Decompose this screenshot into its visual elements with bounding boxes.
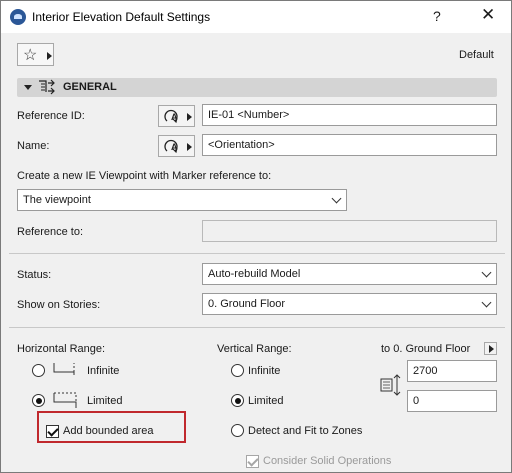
help-button[interactable]: ? — [433, 8, 441, 24]
divider — [9, 253, 505, 254]
vertical-limited-label: Limited — [248, 395, 284, 407]
vertical-infinite-label: Infinite — [248, 365, 281, 377]
divider — [9, 327, 505, 328]
arrow-right-icon — [187, 113, 192, 121]
chevron-down-icon — [331, 193, 342, 204]
vertical-limited-radio[interactable] — [231, 394, 244, 407]
horizontal-range-label: Horizontal Range: — [17, 343, 106, 355]
horizontal-infinite-icon — [53, 363, 75, 375]
reference-id-input[interactable]: IE-01 <Number> — [202, 104, 497, 126]
stories-value: 0. Ground Floor — [208, 298, 286, 310]
interior-elevation-icon — [39, 79, 55, 95]
reference-id-autotext-button[interactable]: A — [158, 105, 195, 127]
general-section-header[interactable]: GENERAL — [17, 78, 497, 97]
status-value: Auto-rebuild Model — [208, 268, 301, 280]
consider-solid-operations-checkbox[interactable] — [246, 455, 259, 468]
marker-reference-select[interactable]: The viewpoint — [17, 189, 347, 211]
section-title: GENERAL — [63, 81, 117, 93]
favorites-button[interactable]: ☆ — [17, 43, 54, 66]
name-input[interactable]: <Orientation> — [202, 134, 497, 156]
default-label: Default — [459, 49, 494, 61]
to-story-label: to 0. Ground Floor — [381, 343, 471, 355]
autotext-icon: A — [164, 109, 178, 124]
chevron-down-icon — [481, 297, 492, 308]
title-bar: Interior Elevation Default Settings ? ✕ — [1, 1, 511, 33]
vertical-range-label: Vertical Range: — [217, 343, 292, 355]
autotext-icon: A — [164, 139, 178, 154]
create-viewpoint-label: Create a new IE Viewpoint with Marker re… — [17, 170, 272, 182]
star-icon: ☆ — [23, 47, 38, 64]
story-menu-button[interactable] — [484, 342, 497, 355]
svg-text:A: A — [171, 112, 178, 122]
arrow-right-icon — [187, 143, 192, 151]
reference-id-label: Reference ID: — [17, 110, 85, 122]
vertical-detect-label: Detect and Fit to Zones — [248, 425, 363, 437]
name-label: Name: — [17, 140, 50, 152]
vertical-detect-radio[interactable] — [231, 424, 244, 437]
horizontal-limited-label: Limited — [87, 395, 123, 407]
collapse-caret-icon — [24, 85, 32, 90]
horizontal-infinite-radio[interactable] — [32, 364, 45, 377]
vertical-infinite-radio[interactable] — [231, 364, 244, 377]
arrow-right-icon — [47, 52, 52, 60]
status-label: Status: — [17, 269, 52, 281]
window-title: Interior Elevation Default Settings — [32, 10, 211, 24]
add-bounded-area-label: Add bounded area — [63, 425, 154, 437]
horizontal-limited-icon — [53, 392, 77, 408]
reference-to-field — [202, 220, 497, 242]
close-button[interactable]: ✕ — [481, 5, 495, 25]
vertical-range-height-icon — [380, 374, 401, 396]
horizontal-infinite-label: Infinite — [87, 365, 120, 377]
chevron-down-icon — [481, 267, 492, 278]
consider-solid-operations-label: Consider Solid Operations — [263, 455, 392, 467]
reference-to-label: Reference to: — [17, 226, 84, 238]
top-elevation-input[interactable]: 2700 — [407, 360, 497, 382]
stories-select[interactable]: 0. Ground Floor — [202, 293, 497, 315]
name-autotext-button[interactable]: A — [158, 135, 195, 157]
status-select[interactable]: Auto-rebuild Model — [202, 263, 497, 285]
bottom-elevation-input[interactable]: 0 — [407, 390, 497, 412]
marker-reference-value: The viewpoint — [23, 194, 91, 206]
interior-elevation-settings-dialog: Interior Elevation Default Settings ? ✕ … — [0, 0, 512, 473]
show-on-stories-label: Show on Stories: — [17, 299, 101, 311]
horizontal-limited-radio[interactable] — [32, 394, 45, 407]
archicad-app-icon — [10, 9, 26, 25]
svg-text:A: A — [171, 142, 178, 152]
add-bounded-area-checkbox[interactable] — [46, 425, 59, 438]
